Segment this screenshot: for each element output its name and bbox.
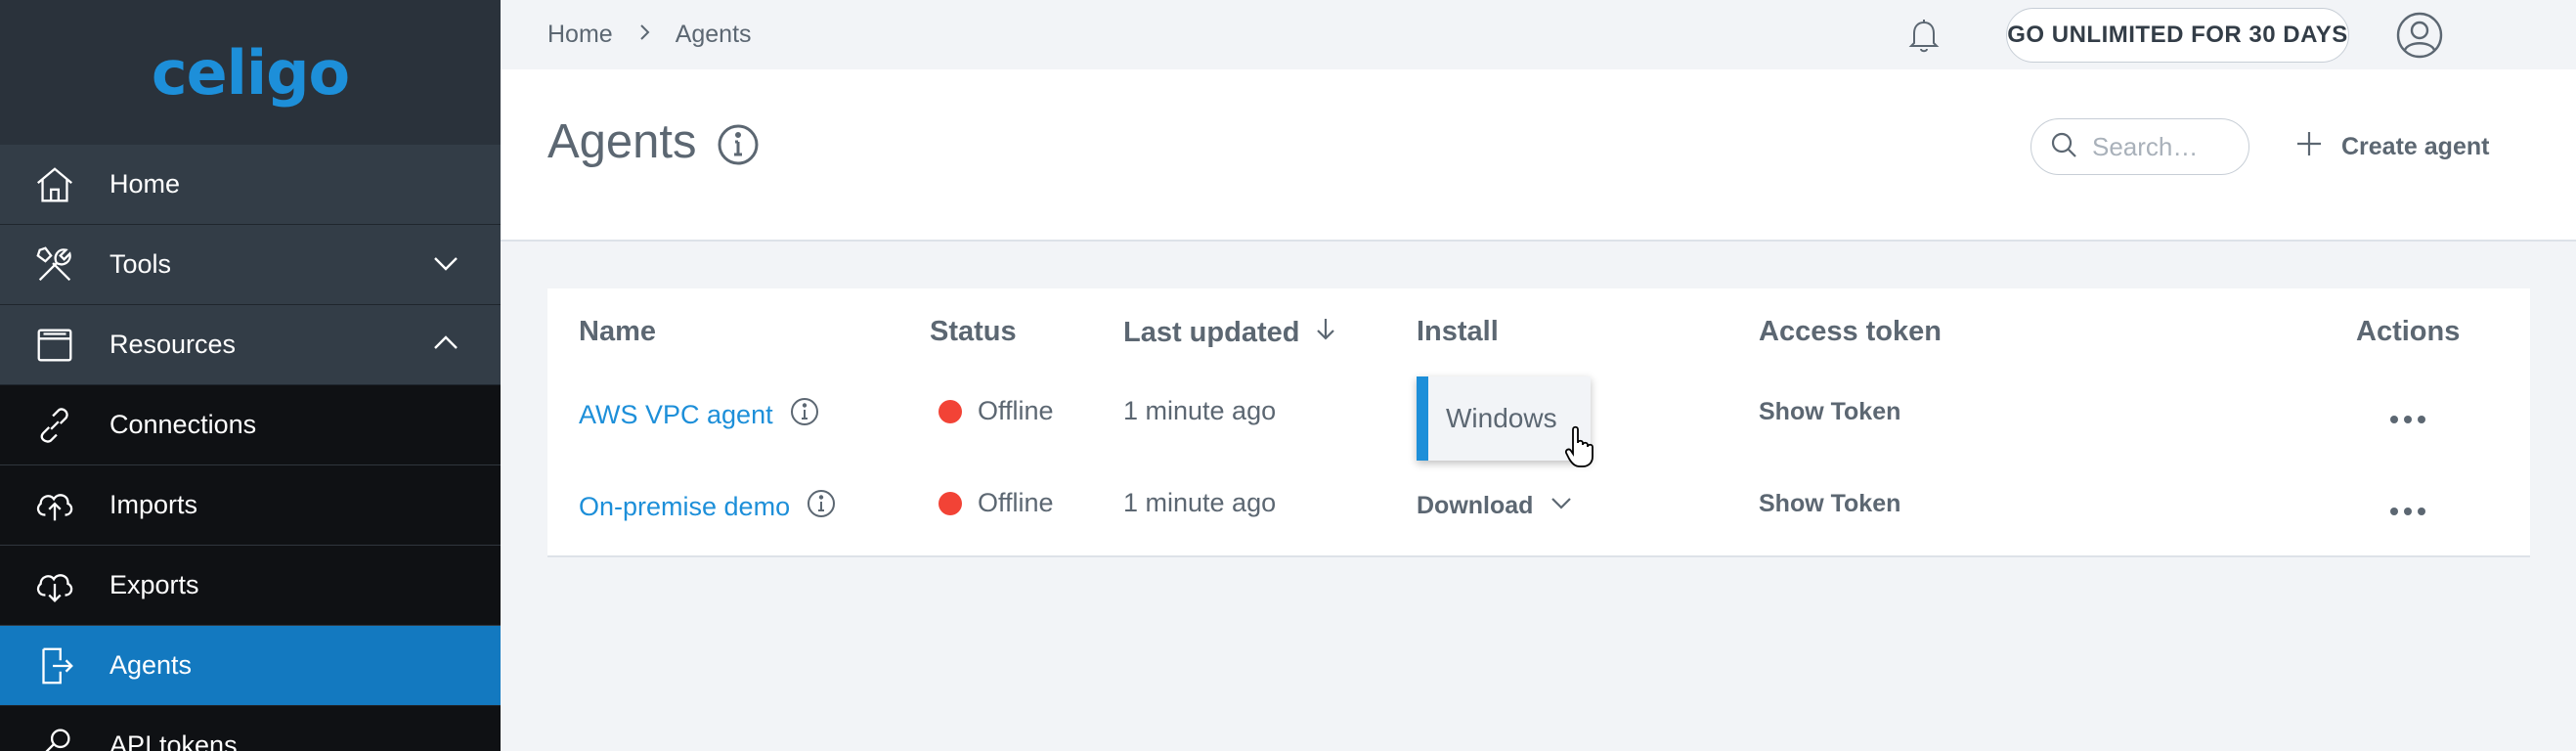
notifications-bell-icon[interactable] — [1904, 16, 1943, 55]
column-header-actions: Actions — [2356, 316, 2461, 347]
chevron-down-icon[interactable] — [430, 247, 461, 283]
sidebar-item-label: Agents — [109, 650, 193, 680]
table-row-1-last-updated: 1 minute ago — [1123, 396, 1277, 425]
api-tokens-icon — [0, 724, 109, 751]
breadcrumb: Home Agents — [547, 0, 752, 69]
sidebar-item-tools[interactable]: Tools — [0, 225, 501, 305]
offline-status-dot — [939, 399, 962, 423]
table-row-2-last-updated: 1 minute ago — [1123, 488, 1277, 517]
sidebar: celigo Home Tools Resources Connections — [0, 0, 501, 751]
logo-area: celigo — [0, 0, 501, 145]
row-actions-menu[interactable] — [2388, 494, 2427, 524]
show-token-button[interactable]: Show Token — [1759, 490, 1900, 518]
resources-icon — [0, 323, 109, 368]
status-label: Offline — [978, 396, 1054, 425]
status-label: Offline — [978, 488, 1054, 517]
column-header-install: Install — [1417, 316, 1499, 347]
sidebar-item-label: Imports — [109, 490, 198, 519]
sort-arrow-down-icon — [1313, 316, 1338, 349]
go-unlimited-button[interactable]: GO UNLIMITED FOR 30 DAYS — [2006, 8, 2349, 63]
create-agent-button[interactable]: Create agent — [2294, 124, 2489, 169]
column-header-last-updated[interactable]: Last updated — [1123, 316, 1338, 349]
search-box[interactable] — [2030, 118, 2249, 175]
search-icon — [2049, 130, 2078, 163]
more-horizontal-icon — [2388, 402, 2427, 432]
agents-table: Name Status Last updated Install Access … — [547, 288, 2530, 557]
chevron-up-icon[interactable] — [430, 328, 461, 363]
create-agent-label: Create agent — [2341, 132, 2490, 160]
agent-name-link[interactable]: AWS VPC agent — [579, 400, 773, 430]
sidebar-item-api-tokens[interactable]: API tokens — [0, 706, 501, 751]
column-header-access-token: Access token — [1759, 316, 1942, 347]
table-row-2-name[interactable]: On-premise demo — [579, 488, 837, 526]
sidebar-item-agents[interactable]: Agents — [0, 626, 501, 706]
more-horizontal-icon — [2388, 494, 2427, 524]
offline-status-dot — [939, 491, 962, 515]
connections-icon — [0, 403, 109, 448]
download-dropdown[interactable]: Download — [1417, 490, 1574, 522]
table-row-2-status: Offline — [939, 488, 1054, 518]
imports-icon — [0, 483, 109, 528]
hand-cursor-icon — [1564, 425, 1597, 468]
user-account-icon[interactable] — [2395, 11, 2444, 60]
home-icon — [0, 162, 109, 207]
sidebar-item-label: Resources — [109, 330, 237, 359]
breadcrumb-current: Agents — [675, 21, 752, 48]
sidebar-item-home[interactable]: Home — [0, 145, 501, 225]
sidebar-item-imports[interactable]: Imports — [0, 465, 501, 546]
plus-icon — [2294, 129, 2324, 165]
chevron-right-icon — [634, 21, 654, 49]
row-actions-menu[interactable] — [2388, 402, 2427, 432]
page-title: Agents — [547, 115, 697, 168]
sidebar-item-resources[interactable]: Resources — [0, 305, 501, 385]
tools-icon — [0, 243, 109, 287]
exports-icon — [0, 563, 109, 608]
info-icon[interactable] — [806, 488, 837, 526]
agent-name-link[interactable]: On-premise demo — [579, 492, 790, 522]
table-row-1-name[interactable]: AWS VPC agent — [579, 396, 820, 434]
column-header-name: Name — [579, 316, 656, 347]
info-icon[interactable] — [716, 122, 761, 167]
celigo-logo[interactable]: celigo — [152, 37, 350, 109]
sidebar-item-label: API tokens — [109, 730, 238, 751]
chevron-down-icon — [1549, 490, 1574, 522]
column-header-status: Status — [930, 316, 1017, 347]
topbar: Home Agents GO UNLIMITED FOR 30 DAYS — [501, 0, 2576, 69]
sidebar-item-exports[interactable]: Exports — [0, 546, 501, 626]
download-label: Download — [1417, 492, 1534, 519]
table-row-1-status: Offline — [939, 396, 1054, 426]
sidebar-item-label: Exports — [109, 570, 199, 599]
sidebar-item-label: Connections — [109, 410, 257, 439]
info-icon[interactable] — [789, 396, 820, 434]
sidebar-item-label: Tools — [109, 249, 172, 279]
agents-icon — [0, 643, 109, 688]
breadcrumb-home[interactable]: Home — [547, 21, 613, 49]
search-input[interactable] — [2092, 131, 2219, 162]
show-token-button[interactable]: Show Token — [1759, 398, 1900, 426]
sidebar-item-connections[interactable]: Connections — [0, 385, 501, 465]
sidebar-item-label: Home — [109, 169, 181, 199]
column-header-label: Last updated — [1123, 316, 1300, 348]
page-header: Agents Create agent — [501, 69, 2576, 242]
